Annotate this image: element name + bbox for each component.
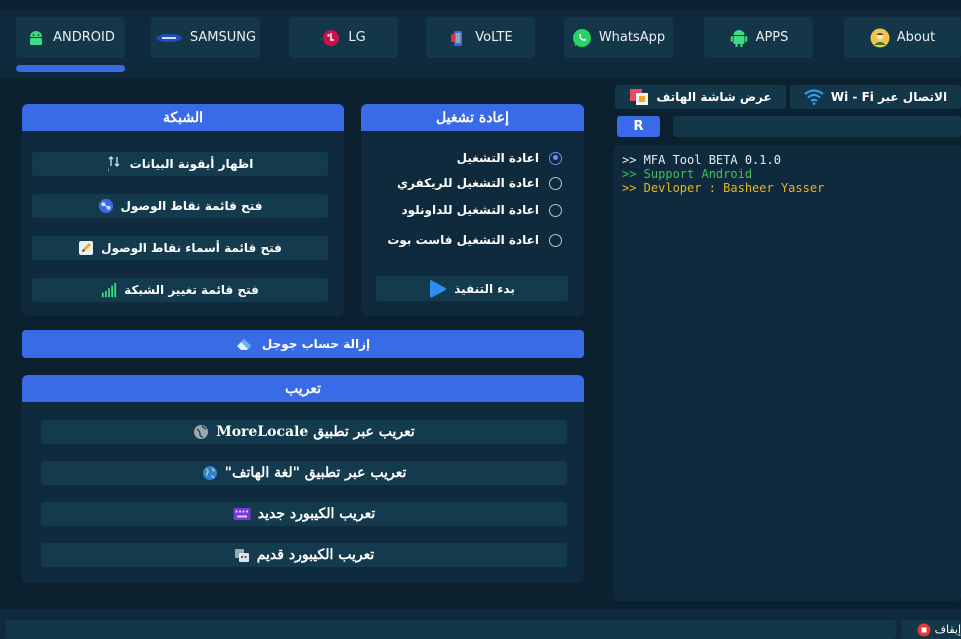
play-icon — [429, 279, 447, 299]
eraser-icon — [236, 337, 254, 351]
network-panel-title: الشبكة — [22, 104, 344, 131]
button-label: فتح قائمة أسماء نقاط الوصول — [101, 241, 282, 255]
progress-bar — [6, 620, 896, 639]
tab-apps[interactable]: APPS — [704, 17, 813, 58]
console-log: >> MFA Tool BETA 0.1.0 >> Support Androi… — [614, 145, 961, 601]
localize-phone-language-button[interactable]: تعريب عبر تطبيق "لغة الهاتف" — [41, 461, 567, 485]
android-icon — [26, 28, 46, 48]
start-execution-button[interactable]: بدء التنفيذ — [376, 276, 568, 301]
reboot-option-download[interactable]: اعادة التشغيل للداونلود — [401, 203, 562, 217]
radio-button[interactable] — [549, 151, 562, 165]
tab-whatsapp-label: WhatsApp — [598, 30, 666, 45]
console-line: >> Support Android — [622, 167, 753, 181]
localize-morelocale-button[interactable]: تعريب عبر تطبيق MoreLocale — [41, 420, 567, 444]
tab-lg-label: LG — [348, 30, 366, 45]
localize-panel: تعريب تعريب عبر تطبيق MoreLocale تعريب ع… — [22, 375, 584, 583]
command-input[interactable] — [673, 116, 961, 137]
data-arrows-icon: 3G — [107, 156, 123, 172]
top-tab-bar: ANDROID SAMSUNG LG VoLTE WhatsApp APPS A… — [0, 10, 961, 78]
tab-apps-label: APPS — [755, 30, 789, 45]
tab-about[interactable]: About — [844, 17, 961, 58]
pencil-icon — [78, 240, 94, 256]
screen-mirror-tab[interactable]: عرض شاشة الهاتف — [615, 85, 786, 109]
reboot-option-recovery[interactable]: اعادة التشغيل للريكفري — [397, 176, 562, 190]
earth-icon — [202, 465, 218, 481]
wifi-connect-tab[interactable]: الاتصال عبر Wi - Fi — [790, 85, 961, 109]
screen-mirror-icon — [629, 88, 649, 106]
button-label: بدء التنفيذ — [454, 281, 515, 296]
radio-button[interactable] — [549, 203, 562, 217]
reboot-panel-title: إعادة تشغيل — [361, 104, 584, 131]
button-label: إيقاف — [934, 623, 961, 636]
network-panel: الشبكة اظهار أيقونة البيانات 3G فتح قائم… — [22, 104, 344, 316]
button-label: إزالة حساب جوجل — [261, 337, 371, 351]
globe-icon — [193, 424, 209, 440]
button-label: اظهار أيقونة البيانات — [129, 157, 254, 171]
button-label: تعريب الكيبورد جديد — [257, 506, 376, 522]
radio-button[interactable] — [549, 176, 562, 190]
svg-text:3G: 3G — [108, 168, 109, 173]
access-points-icon — [98, 198, 114, 214]
open-network-change-button[interactable]: فتح قائمة تغيير الشبكة — [32, 278, 328, 302]
button-label: تعريب عبر تطبيق "لغة الهاتف" — [224, 465, 407, 481]
samsung-logo — [155, 28, 183, 48]
tab-volte[interactable]: VoLTE — [426, 17, 535, 58]
person-icon — [870, 28, 890, 48]
open-apn-names-button[interactable]: فتح قائمة أسماء نقاط الوصول — [32, 236, 328, 260]
stop-button[interactable]: إيقاف — [902, 620, 961, 639]
show-data-icon-button[interactable]: اظهار أيقونة البيانات 3G — [32, 152, 328, 176]
r-button[interactable]: R — [617, 116, 660, 137]
tab-whatsapp[interactable]: WhatsApp — [564, 17, 673, 58]
reboot-panel: إعادة تشغيل اعادة التشغيل اعادة التشغيل … — [361, 104, 584, 316]
option-label: اعادة التشغيل — [456, 151, 539, 165]
button-label: تعريب عبر تطبيق MoreLocale — [216, 424, 415, 440]
signal-bars-icon — [101, 282, 117, 298]
lg-logo — [321, 28, 341, 48]
active-tab-indicator — [16, 65, 125, 72]
tab-volte-label: VoLTE — [475, 30, 513, 45]
wifi-icon — [804, 89, 824, 105]
localize-old-keyboard-button[interactable]: تعريب الكيبورد قديم — [41, 543, 567, 567]
tab-samsung-label: SAMSUNG — [189, 30, 257, 45]
tab-label: عرض شاشة الهاتف — [656, 90, 772, 104]
keyboard-old-icon — [234, 547, 250, 563]
button-label: فتح قائمة نقاط الوصول — [120, 199, 263, 213]
tab-android[interactable]: ANDROID — [16, 17, 125, 58]
console-line: >> MFA Tool BETA 0.1.0 — [622, 153, 781, 167]
option-label: اعادة التشغيل فاست بوت — [387, 233, 539, 247]
tab-samsung[interactable]: SAMSUNG — [151, 17, 260, 58]
button-label: فتح قائمة تغيير الشبكة — [124, 283, 259, 297]
open-access-points-button[interactable]: فتح قائمة نقاط الوصول — [32, 194, 328, 218]
radio-button[interactable] — [549, 233, 562, 247]
keyboard-icon — [233, 506, 251, 522]
localize-new-keyboard-button[interactable]: تعريب الكيبورد جديد — [41, 502, 567, 526]
reboot-option-fastboot[interactable]: اعادة التشغيل فاست بوت — [387, 233, 562, 247]
option-label: اعادة التشغيل للريكفري — [397, 176, 539, 190]
stop-icon — [917, 623, 931, 637]
tab-lg[interactable]: LG — [289, 17, 398, 58]
remove-google-account-button[interactable]: إزالة حساب جوجل — [22, 330, 584, 358]
whatsapp-icon — [572, 28, 592, 48]
console-line: >> Devloper : Basheer Yasser — [622, 181, 825, 195]
tab-android-label: ANDROID — [53, 30, 115, 45]
tab-label: الاتصال عبر Wi - Fi — [830, 90, 948, 104]
button-label: تعريب الكيبورد قديم — [256, 547, 375, 563]
reboot-option-normal[interactable]: اعادة التشغيل — [457, 151, 562, 165]
volte-icon — [448, 28, 468, 48]
android-apps-icon — [729, 28, 749, 48]
option-label: اعادة التشغيل للداونلود — [401, 203, 539, 217]
tab-about-label: About — [896, 30, 936, 45]
localize-panel-title: تعريب — [22, 375, 584, 402]
